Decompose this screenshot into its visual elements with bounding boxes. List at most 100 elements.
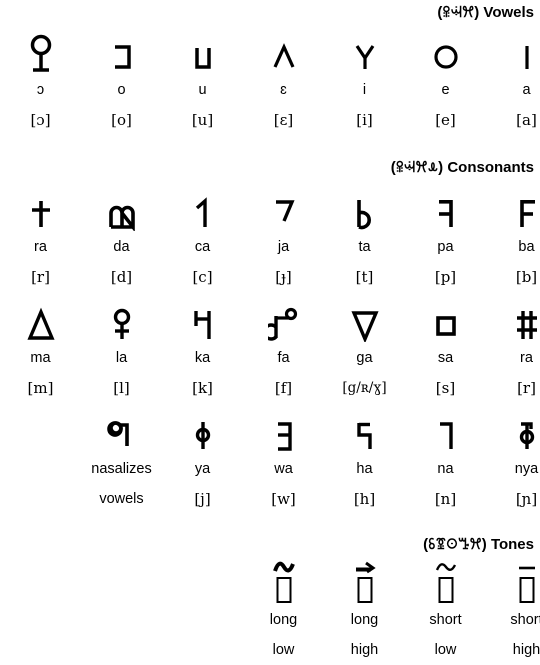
- vowel-glyph-o: [81, 29, 162, 75]
- consonant-glyph-ra-2: [486, 297, 540, 343]
- consonant-glyph-ta: [324, 186, 405, 232]
- consonant-ipa: [ɲ]: [515, 490, 538, 508]
- tone-label-line1: long: [350, 612, 379, 628]
- consonant-romanization: nya: [514, 461, 539, 477]
- tone-placeholder-box: [357, 577, 372, 603]
- consonant-romanization: ma: [30, 350, 51, 366]
- tone-grid: long low long high short low short high: [0, 559, 540, 665]
- tone-diacritic-thin-tilde: [435, 557, 457, 579]
- consonant-glyph-ga: [324, 297, 405, 343]
- consonants-native-label: ꕉꕜꕮꕊ: [395, 159, 439, 176]
- vowel-glyph-o-open: [0, 29, 81, 75]
- consonant-glyph-pa: [405, 186, 486, 232]
- vowel-glyph-a: [486, 29, 540, 75]
- consonant-grid-row: ra [r] da [d] ca [c] ja [ɟ] ta [t] pa [p…: [0, 186, 540, 293]
- consonant-cell: nya [ɲ]: [486, 408, 540, 515]
- section-heading-vowels: (ꕉꕜꕮ) Vowels: [0, 3, 540, 23]
- consonant-romanization: ga: [356, 350, 373, 366]
- consonant-ipa: [p]: [434, 268, 457, 286]
- vowels-title: Vowels: [483, 4, 534, 21]
- consonant-cell: fa [f]: [243, 297, 324, 404]
- consonant-cell: ma [m]: [0, 297, 81, 404]
- vowel-glyph-u: [162, 29, 243, 75]
- vowel-glyph-e-open: [243, 29, 324, 75]
- consonants-title: Consonants: [447, 159, 534, 176]
- vowel-cell: i [i]: [324, 29, 405, 136]
- consonant-glyph-nya: [486, 408, 540, 454]
- consonants-close-paren: ): [438, 159, 444, 176]
- consonant-cell: ra [r]: [486, 297, 540, 404]
- consonant-cell: ba [b]: [486, 186, 540, 293]
- consonant-ipa: [ɟ]: [275, 268, 292, 286]
- consonant-glyph-ma: [0, 297, 81, 343]
- consonant-glyph-ha: [324, 408, 405, 454]
- consonant-glyph-la: [81, 297, 162, 343]
- vowel-romanization: ɛ: [280, 82, 287, 98]
- tone-label-line1: short: [510, 612, 540, 628]
- consonant-cell: ja [ɟ]: [243, 186, 324, 293]
- tone-label-line2: low: [434, 642, 457, 658]
- vowel-cell: ɔ [ɔ]: [0, 29, 81, 136]
- consonant-grid-row: ma [m] la [l] ka [k] fa [f] ga [g/ʀ/ɣ] s…: [0, 297, 540, 404]
- vowel-ipa: [ɛ]: [273, 111, 294, 129]
- consonant-ipa: [r]: [517, 379, 536, 397]
- tone-cell: long high: [324, 559, 405, 665]
- tone-diacritic-macron: [516, 557, 538, 579]
- tone-cell: short low: [405, 559, 486, 665]
- consonant-glyph-ca: [162, 186, 243, 232]
- vowel-ipa: [ɔ]: [30, 111, 51, 129]
- consonant-romanization: ra: [520, 350, 533, 366]
- consonant-cell: nasalizes vowels: [81, 408, 162, 515]
- consonant-ipa: [s]: [435, 379, 456, 397]
- section-heading-consonants: (ꕉꕜꕮꕊ) Consonants: [0, 158, 540, 178]
- vowel-ipa: [u]: [191, 111, 214, 129]
- vowel-romanization: a: [522, 82, 531, 98]
- vowel-ipa: [o]: [111, 111, 132, 129]
- consonant-romanization: na: [437, 461, 454, 477]
- vowel-ipa: [a]: [516, 111, 537, 129]
- consonant-romanization: ba: [518, 239, 535, 255]
- consonant-ipa: [w]: [271, 490, 296, 508]
- tone-cell: short high: [486, 559, 540, 665]
- consonant-ipa: [j]: [194, 490, 211, 508]
- vowel-cell: e [e]: [405, 29, 486, 136]
- consonant-romanization: wa: [274, 461, 293, 477]
- tone-label-line2: high: [512, 642, 540, 658]
- vowel-romanization: u: [198, 82, 207, 98]
- consonant-glyph-na: [405, 408, 486, 454]
- vowel-ipa: [i]: [356, 111, 373, 129]
- consonant-ipa: [l]: [113, 379, 130, 397]
- consonant-romanization: ra: [34, 239, 47, 255]
- consonant-romanization: la: [115, 350, 128, 366]
- consonant-glyph-nasalizer: [81, 408, 162, 454]
- vowel-grid: ɔ [ɔ] o [o] u [u] ɛ [ɛ] i [i] e [e] a [a…: [0, 29, 540, 136]
- tones-close-paren: ): [481, 536, 487, 553]
- tone-mark-long-high: [324, 559, 405, 605]
- tone-diacritic-arrow: [354, 557, 376, 579]
- consonant-ipa: [f]: [274, 379, 293, 397]
- consonant-ipa: [g/ʀ/ɣ]: [342, 380, 387, 396]
- consonant-glyph-ya: [162, 408, 243, 454]
- tone-cell: long low: [243, 559, 324, 665]
- vowel-romanization: i: [362, 82, 367, 98]
- consonant-romanization: sa: [437, 350, 454, 366]
- consonant-cell: da [d]: [81, 186, 162, 293]
- consonant-glyph-da: [81, 186, 162, 232]
- consonant-ipa: [h]: [353, 490, 376, 508]
- consonant-romanization: ka: [194, 350, 211, 366]
- tone-diacritic-thick-tilde: [272, 557, 295, 579]
- vowel-cell: ɛ [ɛ]: [243, 29, 324, 136]
- consonant-ipa: [r]: [31, 268, 50, 286]
- tone-mark-short-low: [405, 559, 486, 605]
- vowel-cell: o [o]: [81, 29, 162, 136]
- consonant-cell: ra [r]: [0, 186, 81, 293]
- consonant-ipa: [t]: [355, 268, 374, 286]
- consonant-cell: pa [p]: [405, 186, 486, 293]
- consonant-cell: la [l]: [81, 297, 162, 404]
- consonant-grid-row: nasalizes vowels ya [j] wa [w] ha [h] na…: [0, 408, 540, 515]
- consonant-cell: ka [k]: [162, 297, 243, 404]
- consonant-ipa: [m]: [27, 379, 54, 397]
- vowel-cell: a [a]: [486, 29, 540, 136]
- consonant-romanization: nasalizes: [91, 461, 152, 477]
- consonant-glyph-ra-1: [0, 186, 81, 232]
